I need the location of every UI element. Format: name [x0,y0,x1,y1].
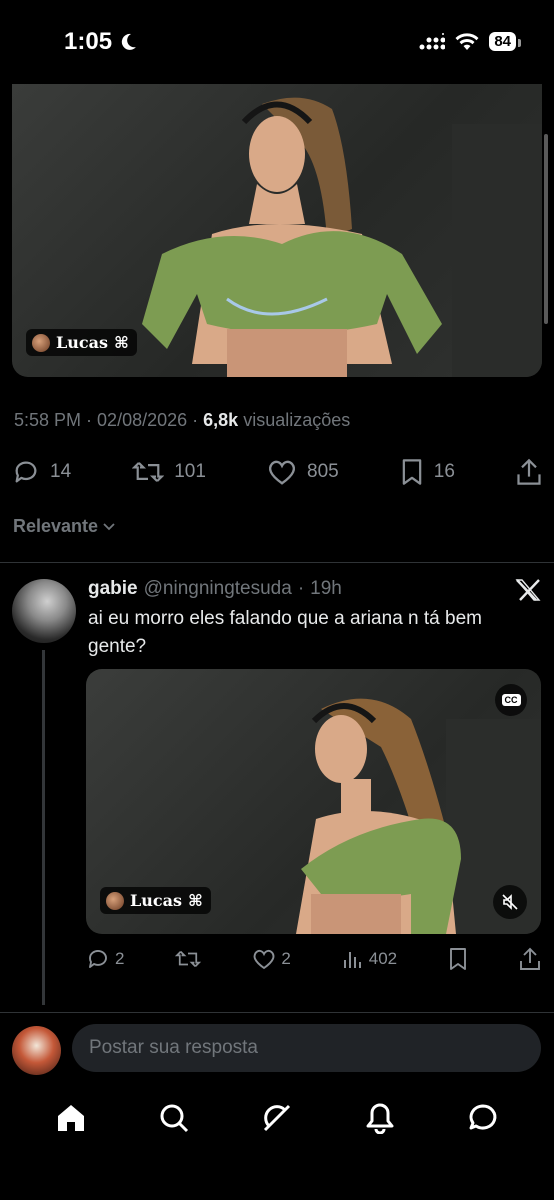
post-media[interactable]: Lucas ⌘ [12,84,542,377]
media-tag-label: Lucas [56,333,108,352]
repost-icon [132,462,165,482]
views-label: visualizações [243,410,351,430]
captions-button[interactable]: CC [495,684,527,716]
cc-icon: CC [501,694,521,706]
chevron-down-icon [103,522,115,530]
x-logo-icon[interactable] [515,578,541,602]
reply-media-user-tag[interactable]: Lucas ⌘ [100,887,211,914]
nav-notifications[interactable] [360,1098,400,1138]
status-indicators: 84 [419,28,521,51]
post-date: 02/08/2026 [97,410,188,430]
tag-avatar [106,891,124,910]
bottom-nav [0,1088,554,1148]
like-icon [253,949,275,970]
messages-icon [469,1104,496,1130]
reply-reply-button[interactable]: 2 [86,947,124,971]
reply-text: ai eu morro eles falando que a ariana n … [88,608,482,657]
repost-icon [175,951,202,967]
nav-home[interactable] [51,1098,91,1138]
nav-grok[interactable] [257,1098,297,1138]
reply-icon [89,950,107,968]
post-metadata: 5:58 PM · 02/08/2026 · 6,8k visualizaçõe… [14,410,351,430]
reply-repost-button[interactable] [175,948,202,970]
nav-messages[interactable] [463,1098,503,1138]
media-user-tag[interactable]: Lucas ⌘ [26,329,137,356]
battery-indicator: 84 [489,32,521,51]
bookmark-button[interactable]: 16 [400,458,455,486]
status-time: 1:05 [64,28,138,56]
composer-avatar[interactable] [12,1026,61,1075]
sort-label: Relevante [13,516,99,536]
views-icon [343,952,361,968]
nav-search[interactable] [154,1098,194,1138]
scrollbar[interactable] [544,134,548,324]
share-button[interactable] [516,458,542,486]
signal-icon [419,32,446,49]
like-count: 805 [307,461,339,482]
reply-action-bar: 2 2 402 [86,944,541,974]
repost-count: 101 [174,461,206,482]
clock: 1:05 [64,28,113,55]
divider [0,562,554,563]
share-icon [517,458,541,485]
post-action-bar: 14 101 805 16 [12,452,542,492]
reply-icon [15,461,37,483]
grok-icon [263,1104,291,1132]
reply-age: 19h [310,578,342,599]
thread-line [42,650,45,1005]
moon-icon [121,33,137,50]
reply-author-handle[interactable]: @ningningtesuda [144,578,292,600]
reply-input[interactable]: Postar sua resposta [72,1024,541,1072]
reply-composer: Postar sua resposta [0,1012,554,1087]
clover-icon: ⌘ [188,891,203,910]
reply-separator: · [297,578,305,599]
share-icon [520,947,540,970]
reply-header: gabie @ningningtesuda · 19h [88,578,342,600]
reply-media[interactable]: CC Lucas ⌘ [86,669,541,934]
clover-icon: ⌘ [114,333,129,352]
reply-count: 14 [50,461,72,482]
reply-author-name[interactable]: gabie [88,578,138,600]
like-button[interactable]: 805 [267,458,339,486]
reply-views-button[interactable]: 402 [342,948,397,970]
reply-share-button[interactable] [519,947,541,971]
tag-avatar [32,333,50,352]
mute-button[interactable] [493,885,527,919]
bookmark-count: 16 [433,461,455,482]
reply-reply-count: 2 [115,949,125,968]
mute-icon [502,894,518,910]
post-time: 5:58 PM [14,410,82,430]
reply-like-count: 2 [281,949,291,968]
reply-like-button[interactable]: 2 [252,948,291,970]
status-bar: 1:05 84 [0,0,554,84]
wifi-icon [455,32,479,50]
bookmark-icon [450,948,467,970]
reply-button[interactable]: 14 [12,458,71,486]
reply-media-tag-label: Lucas [130,891,182,910]
views-count: 6,8k [203,410,239,430]
reply-bookmark-button[interactable] [448,947,468,971]
reply-avatar[interactable] [12,579,76,643]
home-icon [58,1105,85,1131]
reply-sort-selector[interactable]: Relevante [13,516,116,537]
search-icon [160,1104,189,1133]
notifications-icon [366,1103,394,1134]
repost-button[interactable]: 101 [132,458,206,486]
like-icon [269,460,295,485]
bookmark-icon [402,459,422,485]
reply-views-count: 402 [368,949,398,968]
